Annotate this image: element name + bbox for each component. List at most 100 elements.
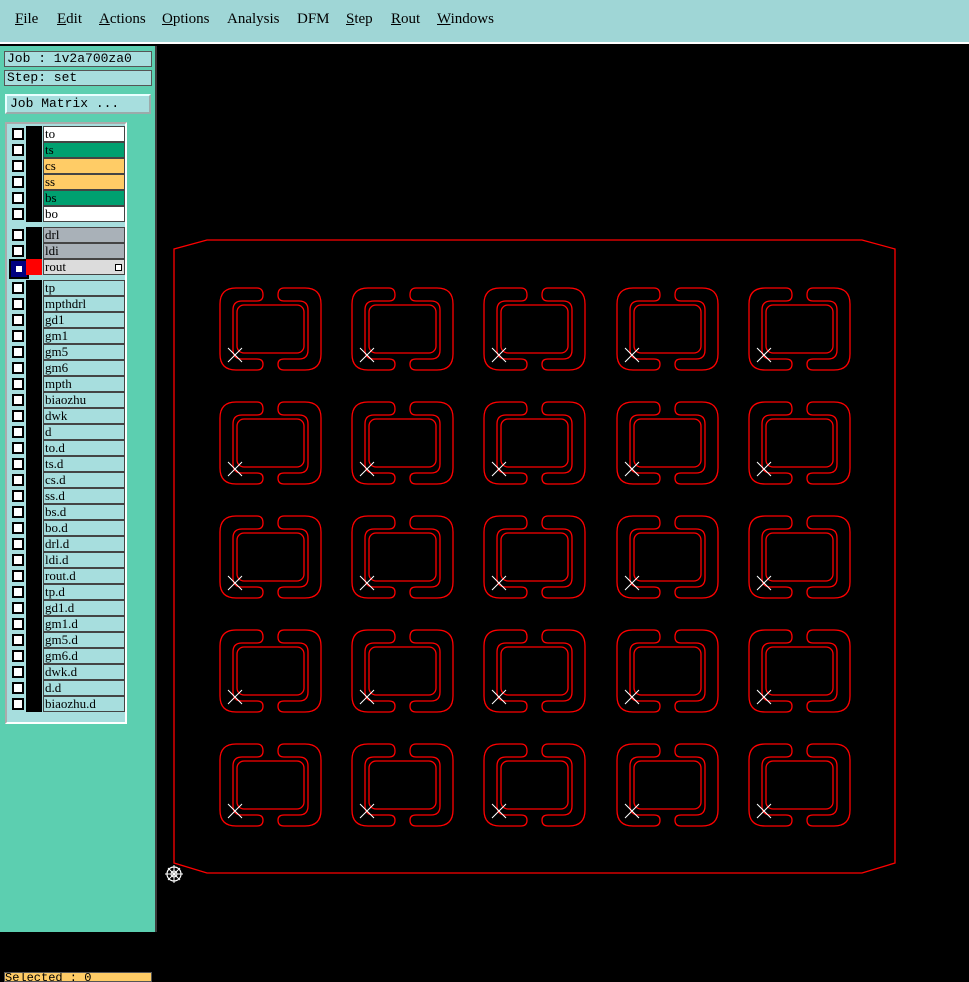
layer-row-ss-d[interactable]: ss.d (9, 488, 125, 504)
layer-name[interactable]: tp (43, 280, 125, 296)
layer-color-swatch[interactable] (26, 206, 42, 222)
layer-color-swatch[interactable] (26, 142, 42, 158)
layer-checkbox[interactable] (12, 474, 24, 486)
layer-checkbox[interactable] (12, 245, 24, 257)
layer-row-to-d[interactable]: to.d (9, 440, 125, 456)
layer-checkbox[interactable] (12, 490, 24, 502)
layer-name[interactable]: gm5 (43, 344, 125, 360)
layer-row-biaozhu-d[interactable]: biaozhu.d (9, 696, 125, 712)
layer-name[interactable]: to.d (43, 440, 125, 456)
layer-row-gm1-d[interactable]: gm1.d (9, 616, 125, 632)
layer-checkbox[interactable] (12, 554, 24, 566)
layer-name[interactable]: bs.d (43, 504, 125, 520)
layer-row-gm1[interactable]: gm1 (9, 328, 125, 344)
menu-windows[interactable]: Windows (437, 11, 494, 28)
layer-checkbox[interactable] (12, 602, 24, 614)
layer-row-drl-d[interactable]: drl.d (9, 536, 125, 552)
layer-row-biaozhu[interactable]: biaozhu (9, 392, 125, 408)
layer-color-swatch[interactable] (26, 680, 42, 696)
layer-color-swatch[interactable] (26, 259, 42, 275)
layer-row-tp[interactable]: tp (9, 280, 125, 296)
layer-name[interactable]: ldi (43, 243, 125, 259)
layer-checkbox[interactable] (12, 314, 24, 326)
layer-color-swatch[interactable] (26, 616, 42, 632)
menu-analysis[interactable]: Analysis (227, 11, 280, 28)
layer-row-rout[interactable]: rout (9, 259, 125, 279)
menu-edit[interactable]: Edit (57, 11, 82, 28)
layer-color-swatch[interactable] (26, 190, 42, 206)
layer-color-swatch[interactable] (26, 696, 42, 712)
layer-color-swatch[interactable] (26, 568, 42, 584)
layer-name[interactable]: ss (43, 174, 125, 190)
layer-name[interactable]: bo (43, 206, 125, 222)
layer-name[interactable]: bo.d (43, 520, 125, 536)
layer-row-gd1-d[interactable]: gd1.d (9, 600, 125, 616)
layer-row-ss[interactable]: ss (9, 174, 125, 190)
layer-row-ts[interactable]: ts (9, 142, 125, 158)
layer-color-swatch[interactable] (26, 440, 42, 456)
layer-checkbox[interactable] (12, 362, 24, 374)
layer-row-ldi[interactable]: ldi (9, 243, 125, 259)
layer-name[interactable]: ts (43, 142, 125, 158)
layer-row-bs[interactable]: bs (9, 190, 125, 206)
layer-row-bo[interactable]: bo (9, 206, 125, 222)
layer-row-gm6-d[interactable]: gm6.d (9, 648, 125, 664)
layer-color-swatch[interactable] (26, 504, 42, 520)
layer-color-swatch[interactable] (26, 584, 42, 600)
layer-name[interactable]: drl.d (43, 536, 125, 552)
layer-row-cs-d[interactable]: cs.d (9, 472, 125, 488)
layer-row-bo-d[interactable]: bo.d (9, 520, 125, 536)
layer-row-dwk-d[interactable]: dwk.d (9, 664, 125, 680)
layer-color-swatch[interactable] (26, 376, 42, 392)
layer-row-gd1[interactable]: gd1 (9, 312, 125, 328)
layer-row-drl[interactable]: drl (9, 227, 125, 243)
layer-name[interactable]: dwk.d (43, 664, 125, 680)
layer-row-d-d[interactable]: d.d (9, 680, 125, 696)
layer-checkbox[interactable] (12, 160, 24, 172)
menu-dfm[interactable]: DFM (297, 11, 330, 28)
layer-color-swatch[interactable] (26, 296, 42, 312)
layer-checkbox[interactable] (12, 650, 24, 662)
layer-name[interactable]: ss.d (43, 488, 125, 504)
layer-color-swatch[interactable] (26, 648, 42, 664)
layer-color-swatch[interactable] (26, 360, 42, 376)
menu-options[interactable]: Options (162, 11, 210, 28)
layer-name[interactable]: gm5.d (43, 632, 125, 648)
layer-options-icon[interactable] (115, 264, 122, 271)
layer-color-swatch[interactable] (26, 280, 42, 296)
layer-row-gm5-d[interactable]: gm5.d (9, 632, 125, 648)
layer-row-mpth[interactable]: mpth (9, 376, 125, 392)
layer-row-bs-d[interactable]: bs.d (9, 504, 125, 520)
layer-color-swatch[interactable] (26, 243, 42, 259)
layer-color-swatch[interactable] (26, 408, 42, 424)
layer-checkbox[interactable] (12, 128, 24, 140)
menu-rout[interactable]: Rout (391, 11, 420, 28)
layer-checkbox[interactable] (12, 410, 24, 422)
layer-color-swatch[interactable] (26, 456, 42, 472)
layer-name[interactable]: rout.d (43, 568, 125, 584)
layer-color-swatch[interactable] (26, 312, 42, 328)
layer-checkbox[interactable] (12, 586, 24, 598)
layer-color-swatch[interactable] (26, 158, 42, 174)
layer-color-swatch[interactable] (26, 632, 42, 648)
layer-name[interactable]: gm6.d (43, 648, 125, 664)
layer-checkbox[interactable] (12, 144, 24, 156)
layer-row-mpthdrl[interactable]: mpthdrl (9, 296, 125, 312)
layer-color-swatch[interactable] (26, 488, 42, 504)
layer-color-swatch[interactable] (26, 126, 42, 142)
layer-name[interactable]: cs.d (43, 472, 125, 488)
layer-checkbox[interactable] (12, 426, 24, 438)
layer-color-swatch[interactable] (26, 424, 42, 440)
layer-checkbox[interactable] (12, 378, 24, 390)
layer-checkbox[interactable] (12, 192, 24, 204)
layer-checkbox[interactable] (12, 282, 24, 294)
layer-color-swatch[interactable] (26, 227, 42, 243)
layer-color-swatch[interactable] (26, 174, 42, 190)
layer-checkbox[interactable] (12, 506, 24, 518)
layer-color-swatch[interactable] (26, 536, 42, 552)
layer-name[interactable]: mpth (43, 376, 125, 392)
layer-name[interactable]: biaozhu (43, 392, 125, 408)
layer-checkbox[interactable] (12, 522, 24, 534)
layer-name[interactable]: cs (43, 158, 125, 174)
layer-checkbox[interactable] (12, 208, 24, 220)
